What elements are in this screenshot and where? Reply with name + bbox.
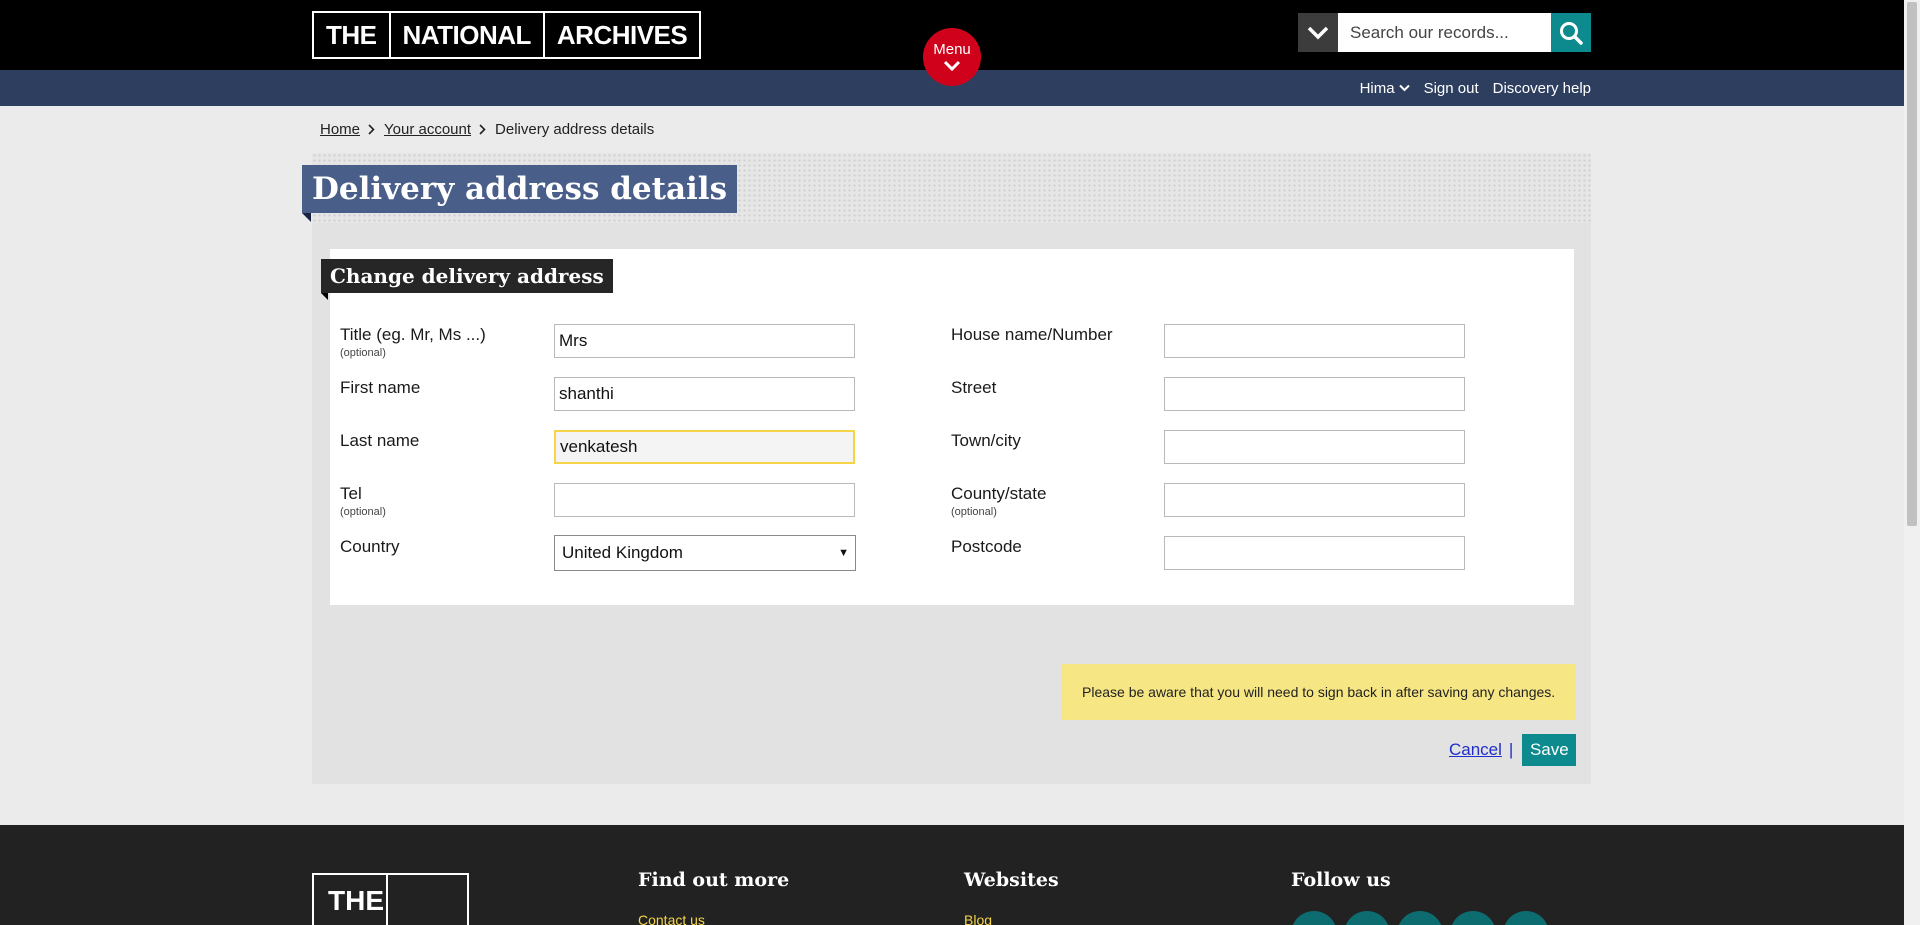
county-state-field-label: County/state (optional): [951, 484, 1046, 518]
search-icon: [1560, 21, 1583, 45]
country-label: Country: [340, 537, 400, 556]
section-title: Change delivery address: [321, 259, 613, 293]
chevron-right-icon: [368, 124, 375, 135]
save-button[interactable]: Save: [1522, 734, 1577, 766]
optional-hint: (optional): [340, 506, 386, 518]
title-label-text: Title (eg. Mr, Ms ...): [340, 325, 486, 344]
dropdown-arrow-icon: ▼: [838, 547, 849, 559]
title-field-label: Title (eg. Mr, Ms ...) (optional): [340, 325, 486, 359]
search-button[interactable]: [1551, 13, 1591, 52]
tel-label-text: Tel: [340, 484, 362, 503]
menu-button-label: Menu: [933, 41, 971, 58]
chevron-down-icon: [943, 60, 961, 72]
breadcrumb-your-account[interactable]: Your account: [384, 121, 471, 138]
logo-word-archives: ARCHIVES: [542, 13, 699, 57]
page-title-tab-decoration: [302, 213, 311, 222]
title-field[interactable]: [554, 324, 855, 358]
optional-hint: (optional): [340, 347, 386, 359]
cancel-link[interactable]: Cancel: [1449, 740, 1502, 760]
chevron-right-icon: [479, 124, 486, 135]
action-separator: |: [1508, 740, 1514, 759]
footer-link-contact[interactable]: Contact us: [638, 912, 705, 925]
breadcrumb: Home Your account Delivery address detai…: [320, 121, 654, 138]
street-label: Street: [951, 378, 997, 397]
menu-button[interactable]: Menu: [923, 28, 981, 86]
footer-heading-websites: Websites: [964, 869, 1059, 891]
last-name-label: Last name: [340, 431, 420, 450]
footer-logo[interactable]: THE: [312, 873, 469, 925]
logo-word-the: THE: [326, 20, 377, 50]
breadcrumb-home[interactable]: Home: [320, 121, 360, 138]
account-nav: Hima Sign out Discovery help: [1360, 70, 1591, 106]
page-scrollbar-thumb[interactable]: [1907, 2, 1917, 526]
user-menu[interactable]: Hima: [1360, 80, 1410, 97]
town-city-field[interactable]: [1164, 430, 1465, 464]
discovery-help-link[interactable]: Discovery help: [1493, 80, 1591, 97]
first-name-field[interactable]: [554, 377, 855, 411]
house-number-field[interactable]: [1164, 324, 1465, 358]
street-field[interactable]: [1164, 377, 1465, 411]
country-select[interactable]: United Kingdom ▼: [554, 535, 856, 571]
house-number-label: House name/Number: [951, 325, 1113, 344]
sign-in-notice: Please be aware that you will need to si…: [1062, 664, 1576, 720]
town-city-label: Town/city: [951, 431, 1021, 450]
optional-hint: (optional): [951, 506, 997, 518]
user-name: Hima: [1359, 79, 1395, 97]
search-bar: [1298, 13, 1591, 52]
section-title-tab-decoration: [321, 293, 328, 300]
footer-heading-find-out-more: Find out more: [638, 869, 790, 891]
footer-link-blog[interactable]: Blog: [964, 912, 992, 925]
last-name-field[interactable]: [554, 430, 855, 464]
postcode-field[interactable]: [1164, 536, 1465, 570]
postcode-label: Postcode: [951, 537, 1022, 556]
country-selected-value: United Kingdom: [562, 543, 683, 562]
county-state-field[interactable]: [1164, 483, 1465, 517]
logo-word-national: NATIONAL: [388, 13, 543, 57]
footer-logo-divider: [386, 875, 388, 925]
footer-logo-word: THE: [328, 885, 384, 916]
tel-field-label: Tel (optional): [340, 484, 386, 518]
chevron-down-icon: [1307, 26, 1329, 39]
footer-heading-follow-us: Follow us: [1291, 869, 1391, 891]
search-options-dropdown[interactable]: [1298, 13, 1338, 52]
county-state-label-text: County/state: [951, 484, 1047, 503]
sign-out-link[interactable]: Sign out: [1424, 80, 1479, 97]
breadcrumb-current: Delivery address details: [495, 121, 655, 138]
site-footer: [0, 825, 1904, 925]
tel-field[interactable]: [554, 483, 855, 517]
page-title: Delivery address details: [302, 165, 738, 213]
first-name-label: First name: [340, 378, 421, 397]
chevron-down-icon: [1398, 84, 1410, 92]
search-input[interactable]: [1338, 13, 1551, 52]
form-actions: Cancel | Save: [1449, 734, 1577, 766]
national-archives-logo[interactable]: THE NATIONAL ARCHIVES: [312, 11, 702, 59]
